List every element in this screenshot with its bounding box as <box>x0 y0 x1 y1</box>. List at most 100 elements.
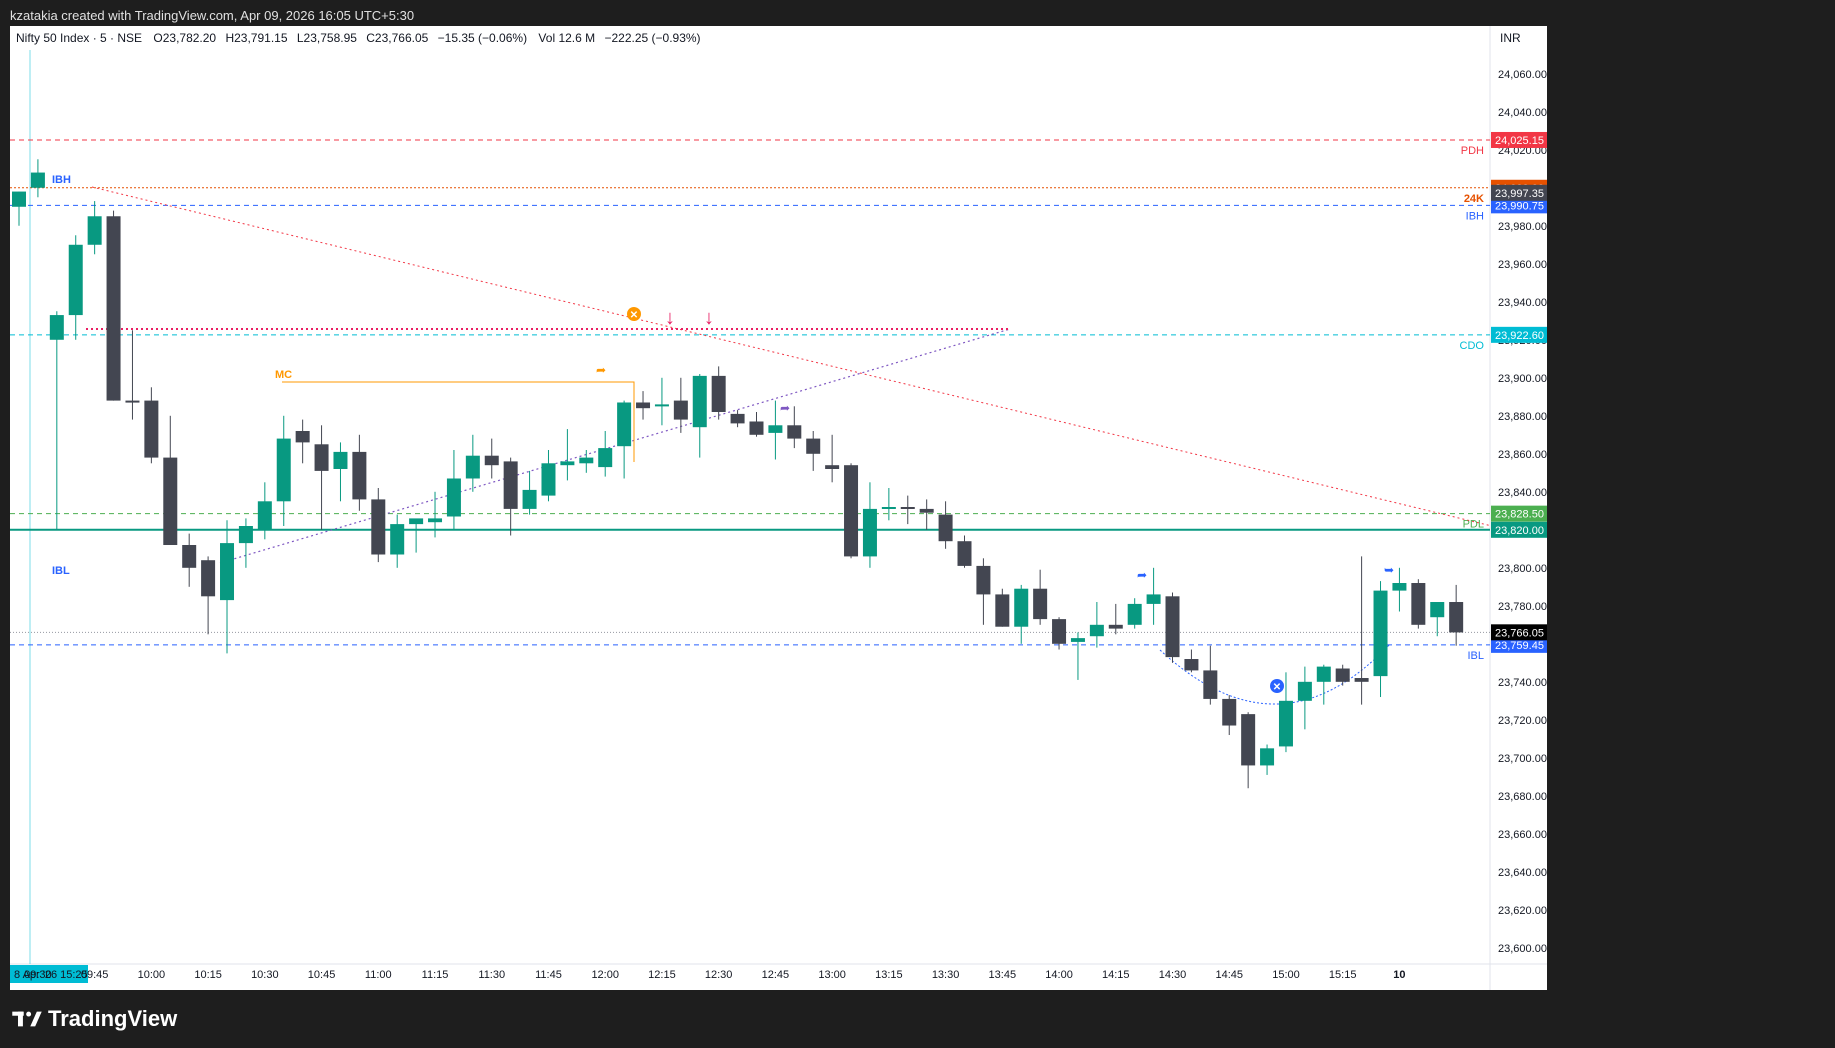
candle-body <box>636 402 651 409</box>
candle <box>1392 567 1407 612</box>
candle <box>1089 602 1104 648</box>
candle-body <box>333 451 348 469</box>
candle <box>1108 603 1123 635</box>
price-chart[interactable]: Nifty 50 Index · 5 · NSE O23,782.20 H23,… <box>10 26 1547 990</box>
candle <box>409 518 424 553</box>
x-tick-label: 12:45 <box>762 969 790 981</box>
candle-body <box>692 375 707 428</box>
candle-body <box>1241 714 1256 766</box>
candle <box>352 434 367 511</box>
candle <box>333 442 348 502</box>
candle-body <box>257 501 272 530</box>
x-tick-label: 11:15 <box>422 969 449 981</box>
candle <box>938 501 953 549</box>
y-tick-label: 24,040.00 <box>1498 107 1547 119</box>
candle <box>692 373 707 458</box>
candles[interactable] <box>12 159 1464 789</box>
candle-body <box>1354 678 1369 682</box>
x-axis: 8 Apr '26 15:2509:30 09:45 10:00 10:15 10:30… <box>10 965 1406 983</box>
candle-body <box>238 526 253 544</box>
candle-body <box>976 565 991 595</box>
candle <box>390 514 405 568</box>
candle-body <box>1070 638 1085 642</box>
y-tick-label: 23,880.00 <box>1498 411 1547 423</box>
price-line-label: IBH <box>1466 210 1484 222</box>
y-tick-label: 23,640.00 <box>1498 867 1547 879</box>
drawings: MC IBH IBL ✕ ✕ ↓ ↓ ➦ ➦ ➦ ➥ <box>52 174 1501 705</box>
y-tick-label: 23,860.00 <box>1498 449 1547 461</box>
price-line-label: PDH <box>1461 145 1484 157</box>
candle <box>1184 649 1199 673</box>
candle <box>182 533 197 587</box>
candle-body <box>68 244 83 316</box>
candle-body <box>409 518 424 525</box>
candle-body <box>428 518 443 523</box>
candle-body <box>995 594 1010 627</box>
legend-volume: 12.6 M <box>558 31 595 45</box>
candle-body <box>1127 603 1142 625</box>
candle-body <box>1297 681 1312 701</box>
candle-body <box>806 438 821 454</box>
candle <box>201 556 216 635</box>
currency-label: INR <box>1500 31 1521 45</box>
candle-body <box>390 524 405 555</box>
price-line-label: IBL <box>1467 650 1484 662</box>
candle-body <box>787 425 802 439</box>
trendline-descending <box>91 186 1501 529</box>
candle-body <box>220 543 235 601</box>
candle <box>730 410 745 428</box>
candle-body <box>1373 590 1388 677</box>
price-badge-text: 23,990.75 <box>1495 200 1544 212</box>
x-tick-label: 13:45 <box>989 969 1017 981</box>
candle <box>1316 664 1331 705</box>
sell-arrow-icon: ↓ <box>704 307 714 329</box>
purple-flag-icon: ➦ <box>780 401 790 415</box>
x-tick-label: 10:15 <box>194 969 222 981</box>
candle <box>1430 602 1445 637</box>
tradingview-brand[interactable]: TradingView <box>12 1006 177 1032</box>
candle-body <box>1014 588 1029 627</box>
candle <box>144 387 159 464</box>
header-credit: kzatakia created with TradingView.com, A… <box>10 8 415 23</box>
ibl-label: IBL <box>52 565 70 577</box>
candle-body <box>938 514 953 542</box>
candle-body <box>1260 748 1275 766</box>
legend-symbol: Nifty 50 Index · 5 · NSE <box>16 31 142 45</box>
y-tick-label: 23,720.00 <box>1498 715 1547 727</box>
x-tick-label: 14:45 <box>1215 969 1243 981</box>
candle <box>711 366 726 420</box>
x-tick-label: 12:15 <box>648 969 676 981</box>
candle <box>484 438 499 479</box>
orange-x-marker-icon: ✕ <box>627 307 641 321</box>
y-tick-label: 23,660.00 <box>1498 829 1547 841</box>
x-tick-label: 14:00 <box>1045 969 1073 981</box>
y-tick-label: 23,620.00 <box>1498 905 1547 917</box>
candle <box>1146 567 1161 625</box>
legend-high: H23,791.15 <box>225 31 287 45</box>
x-tick-label: 10:00 <box>138 969 166 981</box>
price-badge-text: 23,997.35 <box>1495 188 1544 200</box>
candle <box>1070 632 1085 680</box>
y-tick-label: 23,940.00 <box>1498 297 1547 309</box>
candle-body <box>1335 668 1350 682</box>
candle <box>49 311 64 530</box>
candle <box>446 449 461 530</box>
candle-body <box>106 216 121 401</box>
x-tick-label: 13:00 <box>818 969 846 981</box>
candle <box>957 535 972 568</box>
candle <box>560 429 575 481</box>
candle-body <box>125 400 140 403</box>
candle <box>106 210 121 401</box>
y-tick-label: 23,900.00 <box>1498 373 1547 385</box>
candle-body <box>1316 666 1331 682</box>
x-tick-label: 13:30 <box>932 969 960 981</box>
candle-body <box>730 413 745 424</box>
rounding-bottom-arc <box>1159 643 1391 705</box>
candle <box>919 499 934 530</box>
candle-body <box>881 507 896 509</box>
candle <box>522 470 537 515</box>
price-badge-text: 23,828.50 <box>1495 509 1544 521</box>
legend-volume-label: Vol <box>538 31 555 45</box>
blue-flag-icon: ➦ <box>1137 568 1147 582</box>
candle-body <box>87 216 102 245</box>
